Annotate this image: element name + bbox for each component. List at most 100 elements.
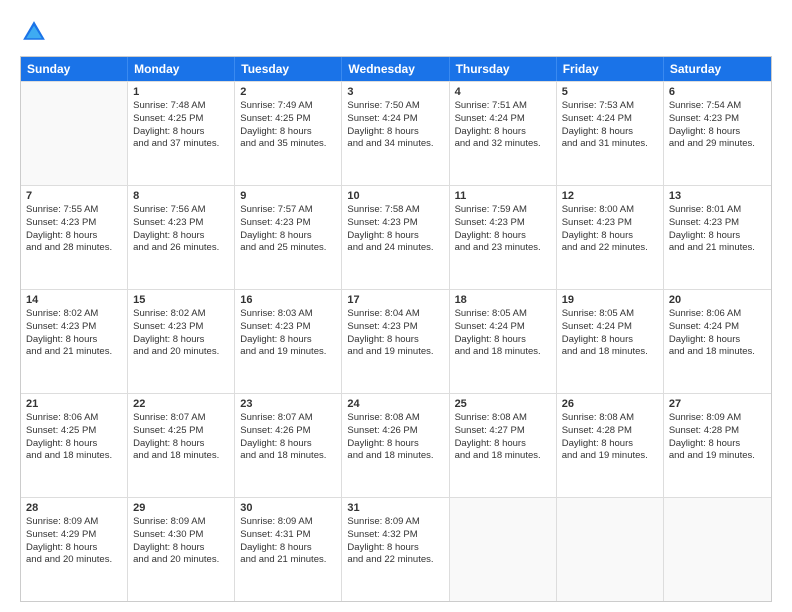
daylight-text-2: and and 20 minutes. xyxy=(133,554,229,567)
daylight-text-1: Daylight: 8 hours xyxy=(455,230,551,243)
daylight-text-2: and and 18 minutes. xyxy=(26,450,122,463)
day-number: 24 xyxy=(347,398,443,410)
day-cell-3: 3Sunrise: 7:50 AMSunset: 4:24 PMDaylight… xyxy=(342,82,449,185)
day-cell-17: 17Sunrise: 8:04 AMSunset: 4:23 PMDayligh… xyxy=(342,290,449,393)
daylight-text-2: and and 19 minutes. xyxy=(347,346,443,359)
sunrise-text: Sunrise: 8:01 AM xyxy=(669,204,766,217)
empty-cell xyxy=(450,498,557,601)
day-cell-4: 4Sunrise: 7:51 AMSunset: 4:24 PMDaylight… xyxy=(450,82,557,185)
day-number: 31 xyxy=(347,502,443,514)
daylight-text-2: and and 31 minutes. xyxy=(562,138,658,151)
day-cell-16: 16Sunrise: 8:03 AMSunset: 4:23 PMDayligh… xyxy=(235,290,342,393)
day-cell-31: 31 Sunrise: 8:09 AMSunset: 4:32 PMDayligh… xyxy=(342,498,449,601)
daylight-text-2: and and 21 minutes. xyxy=(669,242,766,255)
sunrise-text: Sunrise: 8:09 AM xyxy=(240,516,336,529)
day-cell-22: 22Sunrise: 8:07 AMSunset: 4:25 PMDayligh… xyxy=(128,394,235,497)
daylight-text-2: and and 22 minutes. xyxy=(347,554,443,567)
empty-cell xyxy=(21,82,128,185)
day-number: 11 xyxy=(455,190,551,202)
header-day-saturday: Saturday xyxy=(664,57,771,81)
daylight-text-1: Daylight: 8 hours xyxy=(562,230,658,243)
day-number: 8 xyxy=(133,190,229,202)
sunset-text: Sunset: 4:24 PM xyxy=(669,321,766,334)
daylight-text-2: and and 34 minutes. xyxy=(347,138,443,151)
day-cell-5: 5Sunrise: 7:53 AMSunset: 4:24 PMDaylight… xyxy=(557,82,664,185)
day-cell-1: 1Sunrise: 7:48 AMSunset: 4:25 PMDaylight… xyxy=(128,82,235,185)
sunrise-text: Sunrise: 8:08 AM xyxy=(562,412,658,425)
sunset-text: Sunset: 4:30 PM xyxy=(133,529,229,542)
day-number: 10 xyxy=(347,190,443,202)
daylight-text-2: and and 18 minutes. xyxy=(240,450,336,463)
day-number: 5 xyxy=(562,86,658,98)
day-cell-28: 28Sunrise: 8:09 AMSunset: 4:29 PMDayligh… xyxy=(21,498,128,601)
sunset-text: Sunset: 4:23 PM xyxy=(240,217,336,230)
sunset-text: Sunset: 4:23 PM xyxy=(26,217,122,230)
daylight-text-2: and and 18 minutes. xyxy=(133,450,229,463)
day-cell-13: 13Sunrise: 8:01 AMSunset: 4:23 PMDayligh… xyxy=(664,186,771,289)
sunset-text: Sunset: 4:29 PM xyxy=(26,529,122,542)
day-cell-8: 8Sunrise: 7:56 AMSunset: 4:23 PMDaylight… xyxy=(128,186,235,289)
daylight-text-1: Daylight: 8 hours xyxy=(240,438,336,451)
sunrise-text: Sunrise: 8:07 AM xyxy=(133,412,229,425)
sunrise-text: Sunrise: 7:59 AM xyxy=(455,204,551,217)
daylight-text-2: and and 18 minutes. xyxy=(562,346,658,359)
sunrise-text: Sunrise: 8:02 AM xyxy=(26,308,122,321)
sunset-text: Sunset: 4:32 PM xyxy=(347,529,443,542)
sunset-text: Sunset: 4:23 PM xyxy=(669,113,766,126)
daylight-text-1: Daylight: 8 hours xyxy=(26,230,122,243)
daylight-text-1: Daylight: 8 hours xyxy=(455,334,551,347)
day-number: 9 xyxy=(240,190,336,202)
day-cell-15: 15Sunrise: 8:02 AMSunset: 4:23 PMDayligh… xyxy=(128,290,235,393)
daylight-text-2: and and 20 minutes. xyxy=(26,554,122,567)
sunrise-text: Sunrise: 8:04 AM xyxy=(347,308,443,321)
daylight-text-2: and and 25 minutes. xyxy=(240,242,336,255)
daylight-text-2: and and 24 minutes. xyxy=(347,242,443,255)
daylight-text-2: and and 19 minutes. xyxy=(669,450,766,463)
daylight-text-1: Daylight: 8 hours xyxy=(26,334,122,347)
sunrise-text: Sunrise: 8:02 AM xyxy=(133,308,229,321)
sunset-text: Sunset: 4:23 PM xyxy=(562,217,658,230)
day-number: 21 xyxy=(26,398,122,410)
daylight-text-2: and and 23 minutes. xyxy=(455,242,551,255)
sunset-text: Sunset: 4:25 PM xyxy=(133,425,229,438)
sunrise-text: Sunrise: 8:08 AM xyxy=(455,412,551,425)
sunrise-text: Sunrise: 7:57 AM xyxy=(240,204,336,217)
daylight-text-1: Daylight: 8 hours xyxy=(562,126,658,139)
day-cell-20: 20Sunrise: 8:06 AMSunset: 4:24 PMDayligh… xyxy=(664,290,771,393)
sunrise-text: Sunrise: 8:09 AM xyxy=(347,516,443,529)
sunrise-text: Sunrise: 7:54 AM xyxy=(669,100,766,113)
day-number: 22 xyxy=(133,398,229,410)
daylight-text-2: and and 18 minutes. xyxy=(347,450,443,463)
daylight-text-1: Daylight: 8 hours xyxy=(562,334,658,347)
sunset-text: Sunset: 4:31 PM xyxy=(240,529,336,542)
sunset-text: Sunset: 4:23 PM xyxy=(455,217,551,230)
daylight-text-2: and and 32 minutes. xyxy=(455,138,551,151)
sunset-text: Sunset: 4:27 PM xyxy=(455,425,551,438)
daylight-text-1: Daylight: 8 hours xyxy=(347,542,443,555)
sunset-text: Sunset: 4:23 PM xyxy=(347,321,443,334)
header-day-thursday: Thursday xyxy=(450,57,557,81)
daylight-text-1: Daylight: 8 hours xyxy=(26,438,122,451)
sunrise-text: Sunrise: 8:06 AM xyxy=(26,412,122,425)
day-cell-11: 11 Sunrise: 7:59 AMSunset: 4:23 PMDayligh… xyxy=(450,186,557,289)
day-cell-30: 30Sunrise: 8:09 AMSunset: 4:31 PMDayligh… xyxy=(235,498,342,601)
sunset-text: Sunset: 4:23 PM xyxy=(240,321,336,334)
calendar-header: SundayMondayTuesdayWednesdayThursdayFrid… xyxy=(21,57,771,81)
day-number: 3 xyxy=(347,86,443,98)
daylight-text-1: Daylight: 8 hours xyxy=(133,126,229,139)
daylight-text-2: and and 18 minutes. xyxy=(669,346,766,359)
sunrise-text: Sunrise: 7:50 AM xyxy=(347,100,443,113)
daylight-text-2: and and 19 minutes. xyxy=(240,346,336,359)
sunset-text: Sunset: 4:24 PM xyxy=(562,321,658,334)
day-cell-26: 26Sunrise: 8:08 AMSunset: 4:28 PMDayligh… xyxy=(557,394,664,497)
daylight-text-2: and and 29 minutes. xyxy=(669,138,766,151)
daylight-text-2: and and 21 minutes. xyxy=(26,346,122,359)
page: SundayMondayTuesdayWednesdayThursdayFrid… xyxy=(0,0,792,612)
daylight-text-1: Daylight: 8 hours xyxy=(240,542,336,555)
sunrise-text: Sunrise: 8:09 AM xyxy=(133,516,229,529)
day-number: 12 xyxy=(562,190,658,202)
day-number: 25 xyxy=(455,398,551,410)
day-cell-24: 24Sunrise: 8:08 AMSunset: 4:26 PMDayligh… xyxy=(342,394,449,497)
logo xyxy=(20,18,52,46)
sunrise-text: Sunrise: 8:05 AM xyxy=(455,308,551,321)
